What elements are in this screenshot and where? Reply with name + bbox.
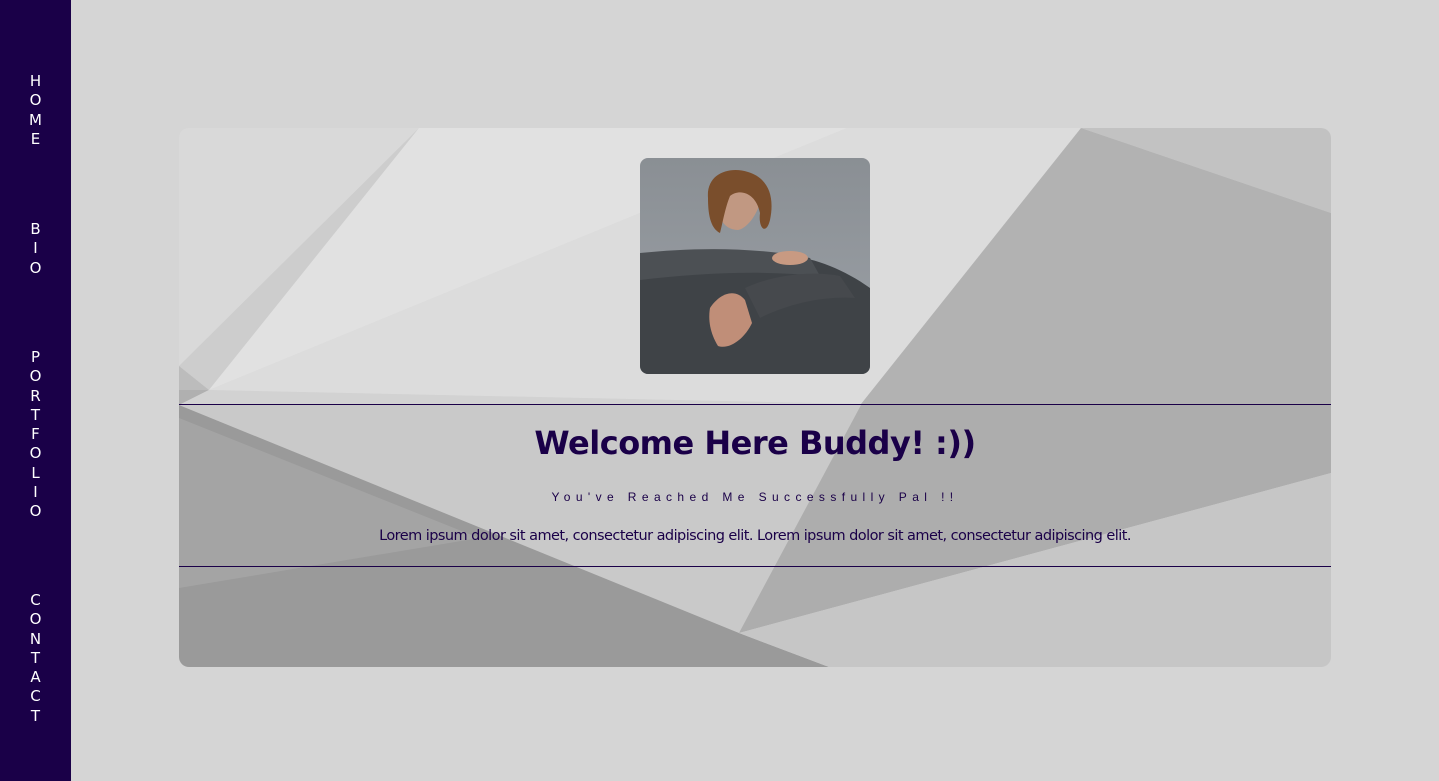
hero-card: Welcome Here Buddy! :)) You've Reached M… — [179, 128, 1331, 667]
nav-link-home[interactable]: HOME — [0, 72, 71, 149]
profile-photo — [640, 158, 870, 374]
sidebar-nav: HOME BIO PORTFOLIO CONTACT — [0, 0, 71, 781]
portrait-image — [640, 158, 870, 374]
divider-top — [179, 404, 1331, 405]
hero-subtitle: You've Reached Me Successfully Pal !! — [551, 490, 959, 504]
hero-body-text: Lorem ipsum dolor sit amet, consectetur … — [379, 528, 1131, 544]
nav-link-bio[interactable]: BIO — [0, 220, 71, 278]
nav-link-contact[interactable]: CONTACT — [0, 591, 71, 726]
nav-link-portfolio[interactable]: PORTFOLIO — [0, 348, 71, 522]
hero-title: Welcome Here Buddy! :)) — [534, 424, 976, 462]
divider-bottom — [179, 566, 1331, 567]
